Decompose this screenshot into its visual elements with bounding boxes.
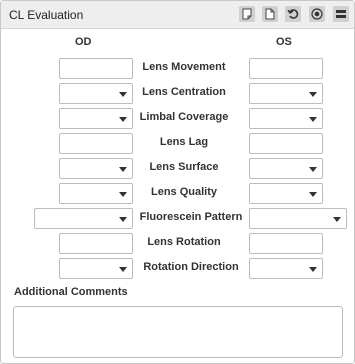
od-lens-quality-select[interactable] bbox=[59, 183, 133, 204]
chevron-down-icon bbox=[309, 167, 317, 172]
lens-centration-label: Lens Centration bbox=[142, 86, 226, 98]
od-lens-lag-input[interactable] bbox=[59, 133, 133, 154]
lens-surface-label: Lens Surface bbox=[149, 161, 219, 173]
undo-button[interactable] bbox=[285, 6, 301, 22]
os-lens-rotation-input[interactable] bbox=[249, 233, 323, 254]
document-button[interactable] bbox=[262, 6, 278, 22]
os-lens-movement-input[interactable] bbox=[249, 58, 323, 79]
panel-header: CL Evaluation bbox=[1, 1, 354, 29]
record-icon bbox=[311, 8, 323, 20]
chevron-down-icon bbox=[309, 92, 317, 97]
od-rotation-direction-select[interactable] bbox=[59, 258, 133, 279]
os-lens-centration-select[interactable] bbox=[249, 83, 323, 104]
chevron-down-icon bbox=[119, 92, 127, 97]
note-icon bbox=[242, 8, 252, 20]
od-fluorescein-pattern-select[interactable] bbox=[34, 208, 133, 229]
os-column-header: OS bbox=[276, 36, 292, 48]
additional-comments-textarea[interactable] bbox=[13, 306, 343, 358]
os-lens-surface-select[interactable] bbox=[249, 158, 323, 179]
fluorescein-pattern-label: Fluorescein Pattern bbox=[139, 211, 243, 223]
limbal-coverage-label: Limbal Coverage bbox=[139, 111, 229, 123]
chevron-down-icon bbox=[119, 267, 127, 272]
collapse-button[interactable] bbox=[333, 6, 349, 22]
chevron-down-icon bbox=[333, 217, 341, 222]
chevron-down-icon bbox=[119, 117, 127, 122]
rotation-direction-label: Rotation Direction bbox=[143, 261, 239, 273]
lens-movement-label: Lens Movement bbox=[142, 61, 226, 73]
od-lens-movement-input[interactable] bbox=[59, 58, 133, 79]
os-limbal-coverage-select[interactable] bbox=[249, 108, 323, 129]
od-lens-surface-select[interactable] bbox=[59, 158, 133, 179]
chevron-down-icon bbox=[309, 267, 317, 272]
od-column-header: OD bbox=[75, 36, 92, 48]
os-rotation-direction-select[interactable] bbox=[249, 258, 323, 279]
cl-evaluation-panel: CL Evaluation OD OS Lens Movement Lens C… bbox=[0, 0, 355, 364]
chevron-down-icon bbox=[309, 192, 317, 197]
undo-icon bbox=[287, 9, 299, 19]
chevron-down-icon bbox=[119, 192, 127, 197]
lens-rotation-label: Lens Rotation bbox=[147, 236, 221, 248]
chevron-down-icon bbox=[309, 117, 317, 122]
chevron-down-icon bbox=[119, 167, 127, 172]
od-lens-centration-select[interactable] bbox=[59, 83, 133, 104]
record-button[interactable] bbox=[309, 6, 325, 22]
note-button[interactable] bbox=[239, 6, 255, 22]
od-limbal-coverage-select[interactable] bbox=[59, 108, 133, 129]
collapse-icon bbox=[336, 10, 346, 18]
lens-quality-label: Lens Quality bbox=[150, 186, 218, 198]
od-lens-rotation-input[interactable] bbox=[59, 233, 133, 254]
document-icon bbox=[265, 8, 275, 20]
os-lens-lag-input[interactable] bbox=[249, 133, 323, 154]
lens-lag-label: Lens Lag bbox=[159, 136, 209, 148]
os-lens-quality-select[interactable] bbox=[249, 183, 323, 204]
panel-title: CL Evaluation bbox=[9, 8, 84, 22]
additional-comments-label: Additional Comments bbox=[14, 286, 128, 298]
chevron-down-icon bbox=[119, 217, 127, 222]
os-fluorescein-pattern-select[interactable] bbox=[249, 208, 347, 229]
